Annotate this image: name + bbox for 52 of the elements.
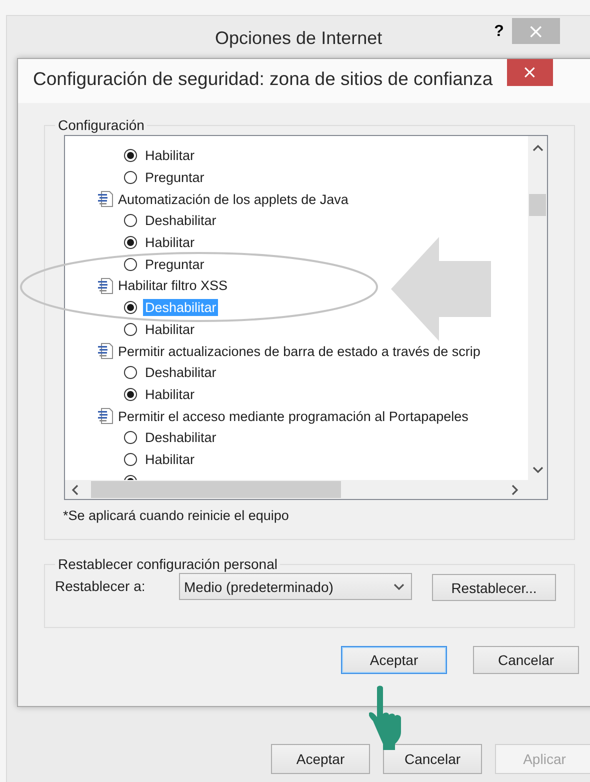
- document-icon: [97, 276, 115, 295]
- reset-button[interactable]: Restablecer...: [432, 574, 556, 601]
- radio-button[interactable]: [124, 214, 137, 228]
- radio-button[interactable]: [124, 388, 137, 401]
- dialog-button[interactable]: Aceptar: [341, 646, 447, 674]
- close-button[interactable]: ×: [506, 59, 553, 86]
- chevron-left-icon[interactable]: [71, 484, 79, 496]
- radio-button[interactable]: [124, 171, 137, 184]
- chevron-down-icon: [393, 582, 405, 590]
- group-label: Configuración: [57, 117, 146, 133]
- option-label[interactable]: Habilitar: [143, 386, 197, 403]
- document-icon: [97, 407, 115, 426]
- horizontal-scrollbar[interactable]: [65, 480, 547, 499]
- radio-button[interactable]: [124, 149, 137, 162]
- chevron-down-icon[interactable]: [532, 466, 544, 474]
- dialog-title: Configuración de seguridad: zona de sitios de confianza: [33, 68, 493, 90]
- scroll-thumb[interactable]: [529, 194, 546, 216]
- level-dropdown[interactable]: Medio (predeterminado): [179, 573, 412, 600]
- option-label[interactable]: Deshabilitar: [143, 212, 218, 230]
- setting-label: Permitir actualizaciones de barra de estado a través de scrip: [118, 344, 480, 359]
- window-title: Opciones de Internet: [215, 28, 382, 49]
- setting-label: Automatización de los applets de Java: [118, 192, 348, 207]
- option-label[interactable]: Habilitar: [143, 320, 197, 338]
- dialog-button[interactable]: Cancelar: [473, 646, 579, 674]
- help-button[interactable]: ?: [494, 21, 504, 43]
- option-label[interactable]: Habilitar: [143, 450, 197, 468]
- vertical-scrollbar[interactable]: [528, 136, 547, 480]
- window-button[interactable]: Aceptar: [271, 744, 370, 774]
- radio-button[interactable]: [124, 431, 137, 444]
- group-label: Restablecer configuración personal: [57, 556, 278, 572]
- option-label[interactable]: Preguntar: [143, 256, 206, 273]
- radio-button[interactable]: [124, 258, 137, 271]
- reset-label: Restablecer a:: [55, 578, 146, 594]
- option-label[interactable]: Deshabilitar: [143, 429, 218, 446]
- note-text: *Se aplicará cuando reinicie el equipo: [63, 508, 290, 523]
- window-button[interactable]: Cancelar: [383, 744, 482, 774]
- radio-button[interactable]: [124, 236, 137, 250]
- radio-button[interactable]: [124, 452, 137, 466]
- setting-label: Habilitar filtro XSS: [118, 278, 228, 294]
- document-icon: [97, 190, 115, 208]
- chevron-right-icon[interactable]: [511, 484, 519, 496]
- radio-button[interactable]: [124, 366, 137, 380]
- scroll-thumb[interactable]: [91, 481, 341, 498]
- chevron-up-icon[interactable]: [532, 144, 544, 152]
- document-icon: [97, 342, 115, 360]
- option-label[interactable]: Habilitar: [143, 147, 197, 164]
- setting-label: Permitir el acceso mediante programación al Portapapeles: [118, 408, 468, 424]
- option-label[interactable]: Preguntar: [143, 169, 206, 186]
- radio-button[interactable]: [124, 322, 137, 336]
- radio-button[interactable]: [124, 301, 137, 314]
- option-label[interactable]: Habilitar: [143, 234, 197, 252]
- option-label[interactable]: Deshabilitar: [143, 364, 218, 382]
